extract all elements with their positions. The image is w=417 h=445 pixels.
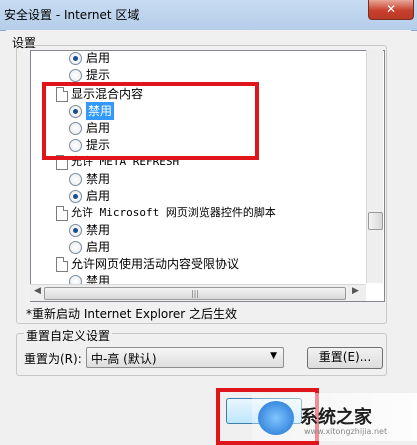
setting-option[interactable]: 启用 xyxy=(31,187,366,205)
watermark-text: 系统之家 xyxy=(300,407,372,428)
category-label: 允许 Microsoft 网页浏览器控件的脚本 xyxy=(71,206,276,219)
radio-icon[interactable] xyxy=(69,241,82,254)
horizontal-scroll-thumb[interactable]: ||| xyxy=(44,287,346,300)
option-label: 启用 xyxy=(86,189,111,203)
watermark-url: www.xitongzhijia.net xyxy=(304,427,388,436)
category-label: 允许网页使用活动内容受限协议 xyxy=(71,257,240,271)
radio-icon[interactable] xyxy=(69,173,82,186)
setting-category: 允许 Microsoft 网页浏览器控件的脚本 xyxy=(31,204,366,222)
reset-level-select[interactable]: 中-高 (默认) ▼ xyxy=(86,347,284,368)
watermark: 系统之家 www.xitongzhijia.net xyxy=(252,393,417,441)
vertical-scrollbar[interactable] xyxy=(366,50,383,283)
close-button[interactable]: ✕ xyxy=(368,0,414,20)
scroll-right-icon[interactable]: ▶ xyxy=(352,286,359,296)
option-label: 启用 xyxy=(86,51,111,65)
document-icon xyxy=(56,257,68,272)
setting-option[interactable]: 启用 xyxy=(31,51,366,67)
restart-note: *重新启动 Internet Explorer 之后生效 xyxy=(26,307,238,321)
reset-to-label: 重置为(R): xyxy=(24,352,82,366)
window-title: 安全设置 - Internet 区域 xyxy=(4,8,140,22)
radio-icon[interactable] xyxy=(69,69,82,82)
radio-selected-icon[interactable] xyxy=(69,52,82,65)
reset-group-title: 重置自定义设置 xyxy=(24,327,113,344)
setting-category: 允许网页使用活动内容受限协议 xyxy=(31,255,366,273)
horizontal-scrollbar[interactable]: ◀ ||| ▶ xyxy=(30,284,366,301)
title-bar: 安全设置 - Internet 区域 ✕ xyxy=(0,0,417,31)
reset-level-value: 中-高 (默认) xyxy=(91,352,157,366)
setting-option[interactable]: 禁用 xyxy=(31,170,366,188)
reset-button[interactable]: 重置(E)... xyxy=(307,347,383,369)
vertical-scroll-thumb[interactable] xyxy=(368,212,383,230)
option-label: 启用 xyxy=(86,240,111,254)
radio-selected-icon[interactable] xyxy=(69,190,82,203)
setting-option[interactable]: 禁用 xyxy=(31,221,366,239)
option-label: 禁用 xyxy=(86,172,111,186)
document-icon xyxy=(56,206,68,221)
option-label: 禁用 xyxy=(86,223,111,237)
scroll-left-icon[interactable]: ◀ xyxy=(34,286,41,296)
setting-option[interactable]: 启用 xyxy=(31,238,366,256)
chevron-down-icon: ▼ xyxy=(270,351,277,361)
site-logo-icon xyxy=(258,401,294,435)
radio-selected-icon[interactable] xyxy=(69,224,82,237)
highlight-box-mixed-content xyxy=(42,82,259,160)
